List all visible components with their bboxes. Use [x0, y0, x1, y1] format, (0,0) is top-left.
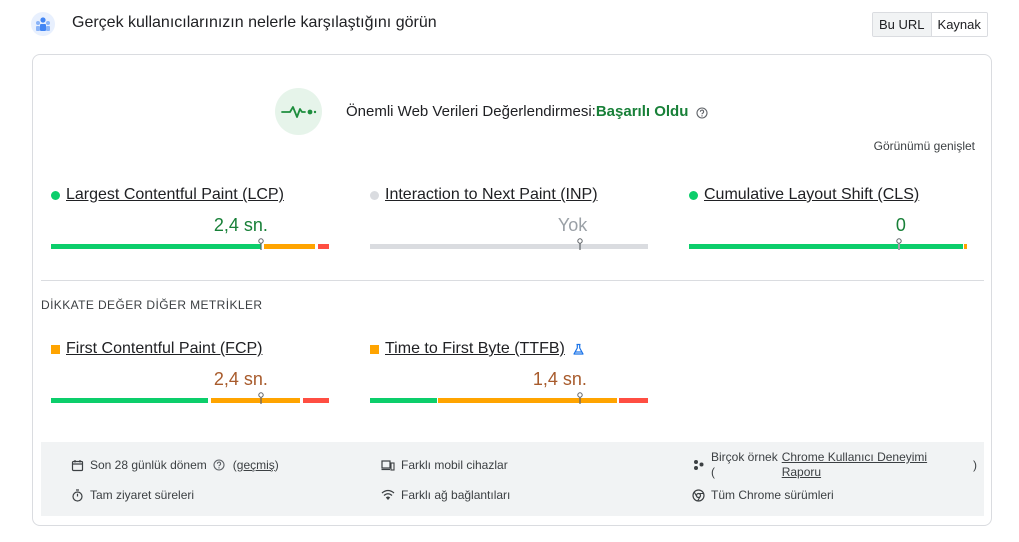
- field-data-card: Önemli Web Verileri Değerlendirmesi: Baş…: [32, 54, 992, 526]
- metric-cls: Cumulative Layout Shift (CLS) 0: [689, 186, 967, 250]
- distribution-bar: [370, 392, 648, 404]
- cwv-assessment: Önemli Web Verileri Değerlendirmesi: Baş…: [346, 103, 708, 120]
- distribution-segment: [370, 398, 437, 403]
- metric-inp: Interaction to Next Paint (INP) Yok: [370, 186, 648, 250]
- crux-users-icon: [31, 12, 55, 36]
- status-dot: [51, 190, 60, 200]
- stopwatch-icon: [72, 488, 83, 502]
- distribution-segment: [689, 244, 898, 249]
- metric-value: 2,4 sn.: [213, 369, 268, 389]
- metric-name-link[interactable]: Interaction to Next Paint (INP): [385, 186, 598, 204]
- distribution-segment: [370, 244, 648, 249]
- metric-fcp: First Contentful Paint (FCP) 2,4 sn.: [51, 340, 329, 404]
- expand-view-link[interactable]: Görünümü genişlet: [874, 139, 975, 153]
- distribution-segment: [317, 244, 329, 249]
- pulse-icon: [275, 88, 322, 135]
- chrome-icon: [692, 488, 705, 502]
- history-link[interactable]: geçmiş: [237, 458, 275, 472]
- distribution-segment: [302, 398, 329, 403]
- samples-icon: [694, 460, 704, 470]
- distribution-bar: [51, 238, 329, 250]
- distribution-segment: [438, 398, 618, 403]
- status-dot: [370, 190, 379, 200]
- status-square: [51, 344, 60, 354]
- metric-value: Yok: [557, 215, 588, 235]
- distribution-bar: [370, 238, 648, 250]
- distribution-bar: [689, 238, 967, 250]
- status-dot: [689, 190, 698, 200]
- metric-name-link[interactable]: Largest Contentful Paint (LCP): [66, 186, 284, 204]
- distribution-segment: [618, 398, 648, 403]
- other-metrics-heading: DİKKATE DEĞER DİĞER METRİKLER: [41, 298, 263, 312]
- metric-value: 1,4 sn.: [532, 369, 587, 389]
- metric-value: 0: [895, 215, 906, 235]
- data-info-footer: Son 28 günlük dönem ( geçmiş ) Tam ziyar…: [41, 442, 984, 516]
- devices-info: Farklı mobil cihazlar: [381, 458, 508, 472]
- p75-marker: [577, 238, 583, 250]
- distribution-segment: [210, 398, 300, 403]
- visit-durations: Tam ziyaret süreleri: [71, 488, 194, 502]
- section-title: Gerçek kullanıcılarınızın nelerle karşıl…: [72, 14, 437, 31]
- distribution-segment: [900, 244, 963, 249]
- metric-name-link[interactable]: First Contentful Paint (FCP): [66, 340, 263, 358]
- url-origin-toggle: Bu URL Kaynak: [872, 12, 988, 37]
- crux-report-link[interactable]: Chrome Kullanıcı Deneyimi Raporu: [782, 450, 927, 480]
- origin-button[interactable]: Kaynak: [931, 13, 987, 36]
- distribution-segment: [964, 244, 967, 249]
- distribution-segment: [263, 244, 316, 249]
- section-header: Gerçek kullanıcılarınızın nelerle karşıl…: [0, 0, 1019, 46]
- p75-marker: [577, 392, 583, 404]
- assessment-status: Başarılı Oldu: [595, 103, 689, 120]
- collection-period: Son 28 günlük dönem ( geçmiş ): [71, 458, 279, 472]
- p75-marker: [896, 238, 902, 250]
- metric-name-link[interactable]: Time to First Byte (TTFB): [385, 340, 565, 358]
- calendar-icon: [71, 459, 84, 471]
- metric-value: 2,4 sn.: [213, 215, 268, 235]
- p75-marker: [258, 238, 264, 250]
- devices-icon: [381, 459, 395, 471]
- status-square: [370, 344, 379, 354]
- divider: [41, 280, 984, 281]
- wifi-icon: [381, 489, 395, 500]
- samples-info: Birçok örnek ( Chrome Kullanıcı Deneyimi…: [692, 450, 977, 480]
- chrome-versions-info: Tüm Chrome sürümleri: [692, 488, 834, 502]
- metric-ttfb: Time to First Byte (TTFB) 1,4 sn.: [370, 340, 648, 404]
- help-icon[interactable]: [213, 459, 225, 471]
- networks-info: Farklı ağ bağlantıları: [381, 488, 510, 502]
- distribution-segment: [51, 398, 209, 403]
- metric-name-link[interactable]: Cumulative Layout Shift (CLS): [704, 186, 919, 204]
- this-url-button[interactable]: Bu URL: [873, 13, 932, 36]
- help-icon[interactable]: [696, 106, 708, 119]
- distribution-bar: [51, 392, 329, 404]
- p75-marker: [258, 392, 264, 404]
- assessment-label: Önemli Web Verileri Değerlendirmesi:: [346, 103, 596, 120]
- metric-lcp: Largest Contentful Paint (LCP) 2,4 sn.: [51, 186, 329, 250]
- distribution-segment: [51, 244, 261, 249]
- experimental-flask-icon: [572, 343, 585, 356]
